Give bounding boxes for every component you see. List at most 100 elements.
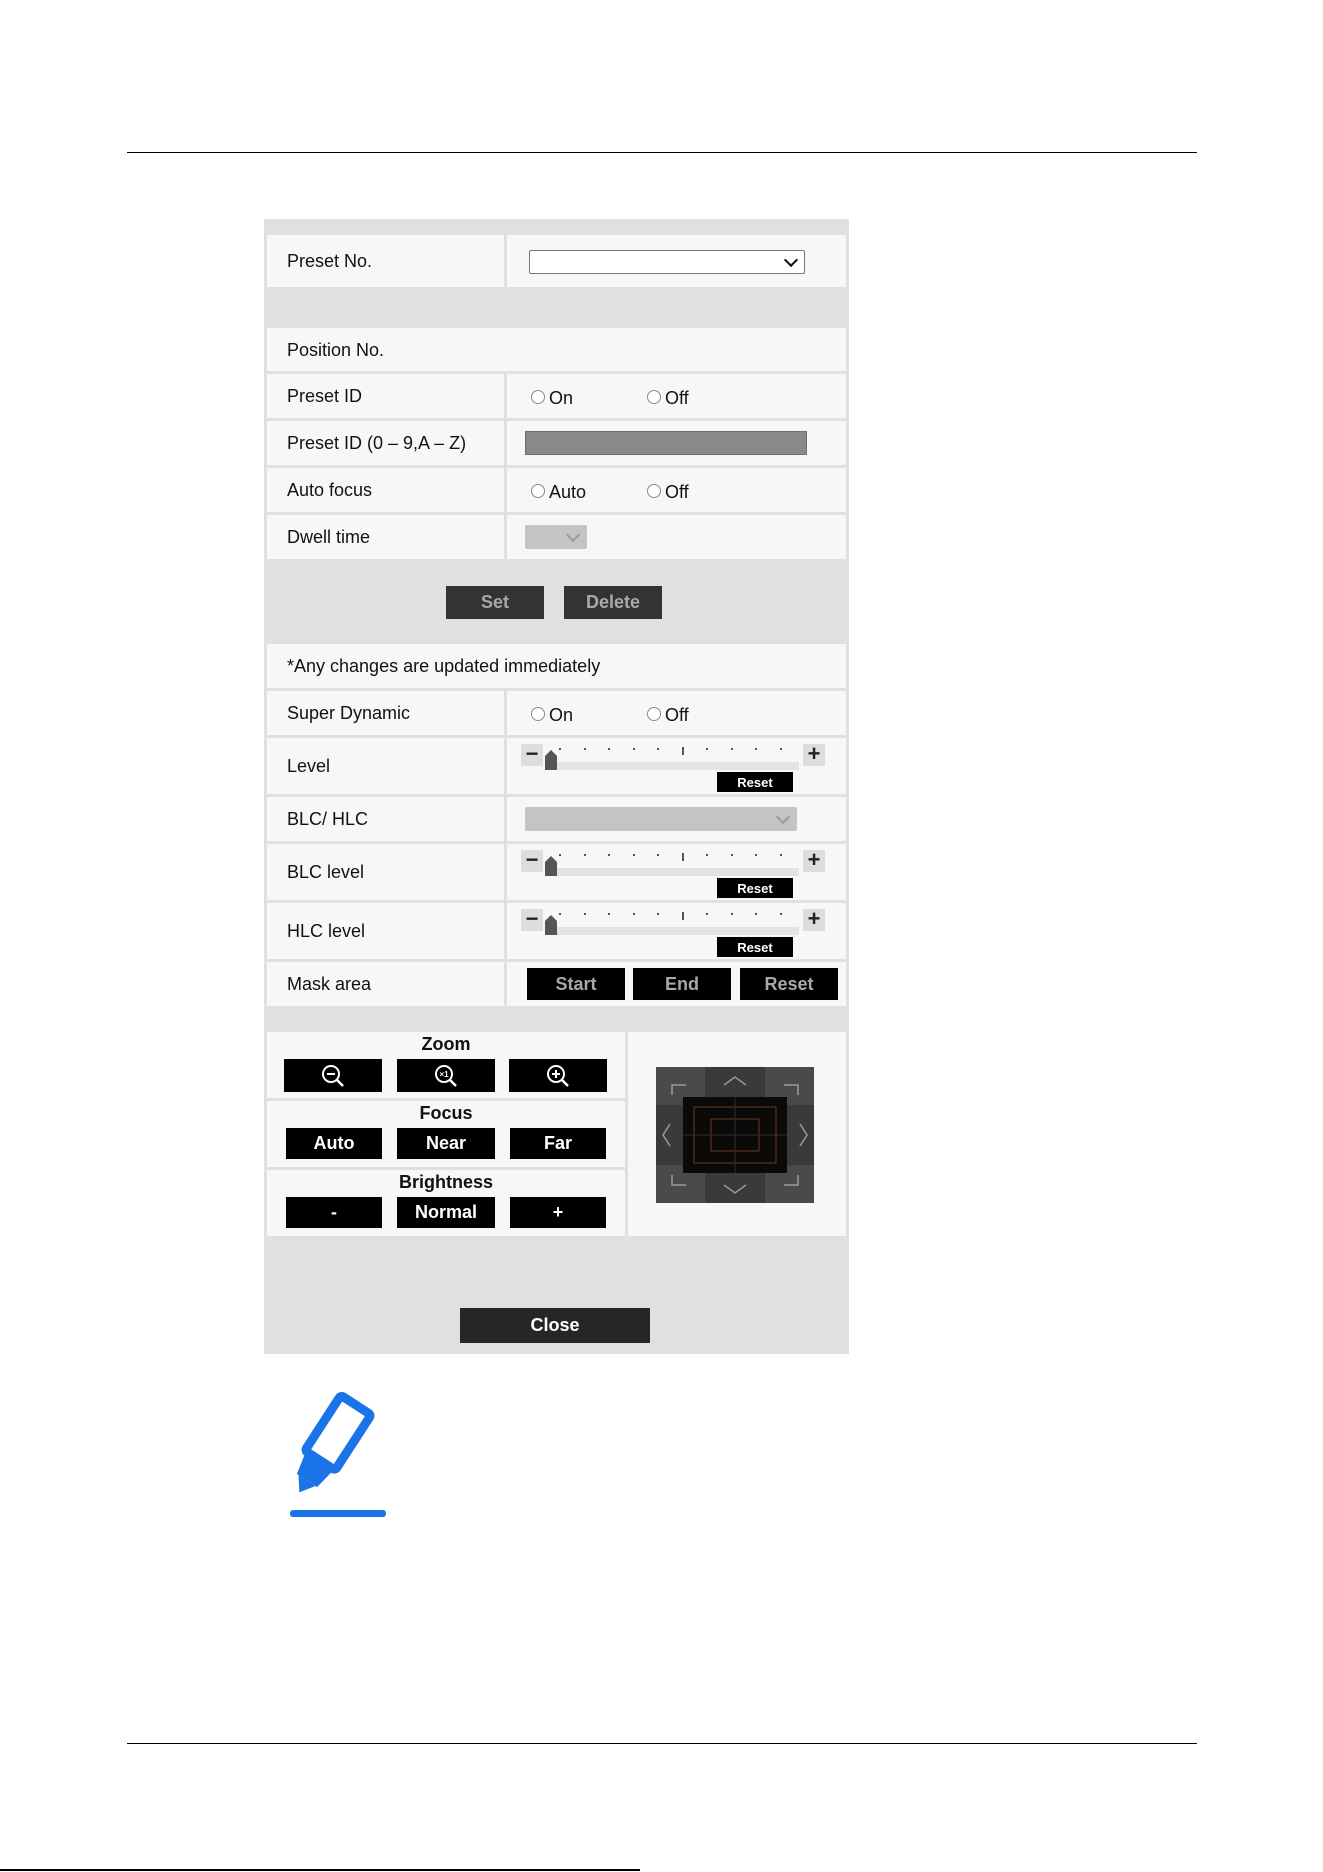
slider-tick [779,748,782,750]
auto-focus-label: Auto focus [287,480,373,500]
zoom-out-icon [322,1064,344,1087]
dwell-time-cell [507,515,846,559]
plus-icon[interactable]: + [803,743,825,766]
slider-tick [608,913,610,915]
preset-id-on-label: On [549,388,574,408]
mask-area-label: Mask area [287,974,372,994]
mask-reset-button[interactable]: Reset [740,968,838,1000]
focus-label: Focus [419,1103,473,1123]
zoom-in-button[interactable] [509,1059,607,1092]
header-rule [127,152,1197,153]
level-slider[interactable]: − + Reset [521,740,825,792]
mask-area-buttons-cell: Start End Reset [507,962,846,1006]
slider-tick [706,913,708,915]
focus-near-button[interactable]: Near [397,1128,495,1159]
mask-start-button[interactable]: Start [527,968,625,1000]
mask-end-button[interactable]: End [633,968,731,1000]
slider-tick [657,748,659,750]
minus-icon[interactable]: − [521,849,543,872]
hlc-level-slider[interactable]: − + Reset [521,905,825,957]
plus-icon[interactable]: + [803,849,825,872]
auto-focus-label-cell: Auto focus [267,468,504,512]
position-no-row: Position No. [267,328,846,371]
slider-tick [559,748,561,750]
minus-icon[interactable]: − [521,743,543,766]
preset-id-off-label: Off [665,388,689,408]
slider-tick [681,747,684,755]
chevron-down-icon [775,809,791,825]
preset-id-label: Preset ID [287,386,363,406]
brightness-minus-button[interactable]: - [286,1197,382,1228]
slider-tick [681,912,684,920]
auto-focus-options-cell: Auto Off [507,468,846,512]
hlc-level-slider-cell: − + Reset [507,903,846,959]
position-no-label: Position No. [287,340,385,360]
zoom-out-button[interactable] [284,1059,382,1092]
plus-icon[interactable]: + [803,908,825,931]
chevron-down-icon [565,527,581,543]
radio-circle-icon [531,483,545,498]
preset-id-off-radio[interactable]: Off [647,388,689,409]
super-dynamic-off-label: Off [665,705,689,725]
preset-id-text-input[interactable] [525,431,807,455]
preset-no-label-cell: Preset No. [267,235,504,287]
notice-row: *Any changes are updated immediately [267,644,846,688]
level-reset-button[interactable]: Reset [717,772,793,792]
preset-id-text-label-cell: Preset ID (0 – 9,A – Z) [267,421,504,465]
slider-thumb[interactable] [545,750,557,770]
slider-thumb[interactable] [545,915,557,935]
slider-thumb[interactable] [545,856,557,876]
zoom-reset-glyph: ×1 [439,1070,449,1079]
slider-tick [755,854,757,856]
super-dynamic-off-radio[interactable]: Off [647,705,689,726]
auto-focus-off-radio[interactable]: Off [647,482,689,503]
footer-rule [127,1743,1197,1744]
preset-id-options-cell: On Off [507,374,846,418]
immediate-update-notice: *Any changes are updated immediately [287,656,601,676]
level-slider-cell: − + Reset [507,738,846,794]
chevron-down-icon [783,252,799,268]
radio-circle-icon [531,389,545,404]
blc-level-slider-cell: − + Reset [507,844,846,900]
slider-track [545,868,799,876]
footnote-rule [0,1869,640,1871]
slider-tick [755,913,757,915]
dwell-time-label: Dwell time [287,527,371,547]
hlc-level-reset-button[interactable]: Reset [717,937,793,957]
focus-control-cell: Focus Auto Near Far [267,1101,625,1167]
blc-level-reset-button[interactable]: Reset [717,878,793,898]
blc-hlc-select[interactable] [525,807,797,831]
brightness-plus-button[interactable]: + [510,1197,606,1228]
blc-hlc-label: BLC/ HLC [287,809,369,829]
focus-far-button[interactable]: Far [510,1128,606,1159]
blc-level-slider[interactable]: − + Reset [521,846,825,898]
slider-tick [608,748,610,750]
close-button[interactable]: Close [460,1308,650,1343]
slider-tick [730,748,733,750]
slider-tick [583,748,586,750]
brightness-normal-button[interactable]: Normal [397,1197,495,1228]
level-label: Level [287,756,331,776]
minus-icon[interactable]: − [521,908,543,931]
pan-tilt-pad-icon[interactable] [656,1067,814,1203]
slider-tick [706,854,708,856]
slider-tick [583,854,586,856]
focus-auto-button[interactable]: Auto [286,1128,382,1159]
dwell-time-select[interactable] [525,525,587,549]
preset-id-on-radio[interactable]: On [531,388,573,409]
dwell-time-label-cell: Dwell time [267,515,504,559]
slider-tick [755,748,757,750]
note-pen-icon [290,1392,386,1517]
pan-tilt-cell [628,1032,846,1236]
preset-no-select[interactable] [529,250,805,274]
blc-hlc-select-cell [507,797,846,841]
zoom-reset-button[interactable]: ×1 [397,1059,495,1092]
super-dynamic-on-radio[interactable]: On [531,705,573,726]
slider-tick [632,913,635,915]
auto-focus-auto-radio[interactable]: Auto [531,482,586,503]
set-button[interactable]: Set [446,586,544,619]
preset-id-label-cell: Preset ID [267,374,504,418]
slider-tick [583,913,586,915]
delete-button[interactable]: Delete [564,586,662,619]
slider-tick [779,854,782,856]
